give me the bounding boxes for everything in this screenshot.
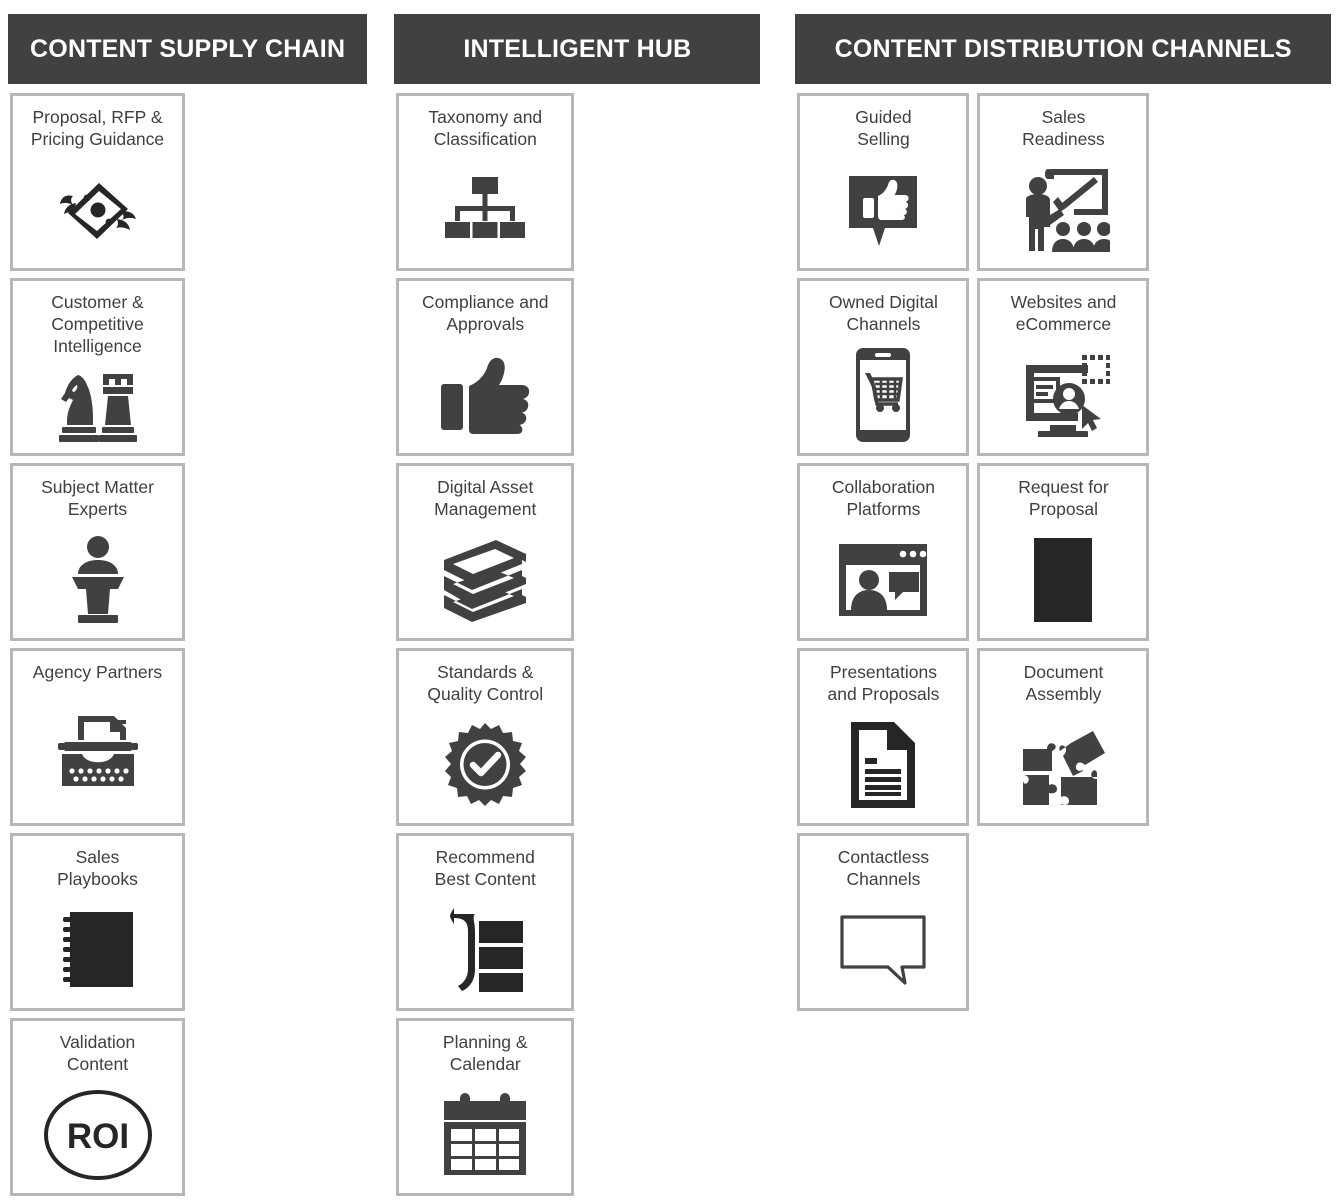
- card-collaboration-platforms[interactable]: Collaboration Platforms: [797, 463, 970, 641]
- card-label: Subject Matter Experts: [41, 477, 154, 520]
- framework-diagram: CONTENT SUPPLY CHAIN Proposal, RFP & Pri…: [0, 0, 1339, 1196]
- card-proposal-rfp-pricing-guidance[interactable]: Proposal, RFP & Pricing Guidance: [10, 93, 185, 271]
- card-grid-intelligent-hub: Taxonomy and Classification Compliance a…: [386, 93, 768, 1203]
- playbook-strategy-icon: [13, 892, 182, 1008]
- document-lines-icon: [800, 707, 966, 823]
- group-header-content-supply-chain: CONTENT SUPPLY CHAIN: [8, 14, 368, 84]
- card-label: Collaboration Platforms: [831, 477, 936, 520]
- card-agency-partners[interactable]: Agency Partners: [10, 648, 185, 826]
- group-header-content-distribution-channels: CONTENT DISTRIBUTION CHANNELS: [795, 14, 1331, 84]
- card-label: Presentations and Proposals: [827, 662, 940, 705]
- card-sales-readiness[interactable]: Sales Readiness: [977, 93, 1150, 271]
- card-document-assembly[interactable]: Document Assembly: [977, 648, 1150, 826]
- card-label: Agency Partners: [32, 662, 163, 682]
- roi-circle-icon: ROI: [13, 1077, 182, 1193]
- card-planning-calendar[interactable]: Planning & Calendar: [396, 1018, 575, 1196]
- calendar-icon: [399, 1077, 571, 1193]
- card-label: Compliance and Approvals: [422, 292, 549, 335]
- card-label: Recommend Best Content: [434, 847, 536, 890]
- card-label: Planning & Calendar: [442, 1032, 528, 1075]
- card-label: Digital Asset Management: [434, 477, 537, 520]
- book-stack-icon: [399, 522, 571, 638]
- card-grid-content-distribution-channels: Guided Selling Sales Readiness Owned Dig…: [787, 93, 1339, 1018]
- chess-pieces-icon: [13, 359, 182, 453]
- card-compliance-and-approvals[interactable]: Compliance and Approvals: [396, 278, 575, 456]
- chat-thumbs-up-icon: [800, 152, 966, 268]
- roi-label: ROI: [66, 1117, 128, 1156]
- card-subject-matter-experts[interactable]: Subject Matter Experts: [10, 463, 185, 641]
- card-websites-and-ecommerce[interactable]: Websites and eCommerce: [977, 278, 1150, 456]
- speaker-podium-icon: [13, 522, 182, 638]
- card-label: Websites and eCommerce: [1010, 292, 1117, 335]
- card-label: Owned Digital Channels: [828, 292, 938, 335]
- card-presentations-and-proposals[interactable]: Presentations and Proposals: [797, 648, 970, 826]
- group-content-supply-chain: CONTENT SUPPLY CHAIN Proposal, RFP & Pri…: [0, 0, 375, 1203]
- card-label: Proposal, RFP & Pricing Guidance: [30, 107, 165, 150]
- thumbs-up-icon: [399, 337, 571, 453]
- card-label: Customer & Competitive Intelligence: [51, 292, 144, 357]
- card-request-for-proposal[interactable]: Request for Proposal: [977, 463, 1150, 641]
- card-label: Sales Playbooks: [57, 847, 138, 890]
- checklist-clipboard-icon: [980, 522, 1146, 638]
- flying-money-icon: [13, 152, 182, 268]
- browser-chat-user-icon: [800, 522, 966, 638]
- typewriter-icon: [13, 685, 182, 823]
- card-recommend-best-content[interactable]: Recommend Best Content: [396, 833, 575, 1011]
- card-contactless-channels[interactable]: Contactless Channels: [797, 833, 970, 1011]
- card-digital-asset-management[interactable]: Digital Asset Management: [396, 463, 575, 641]
- card-label: Request for Proposal: [1018, 477, 1109, 520]
- quality-seal-check-icon: [399, 707, 571, 823]
- desktop-user-cursor-icon: [980, 337, 1146, 453]
- card-validation-content[interactable]: Validation Content ROI: [10, 1018, 185, 1196]
- card-sales-playbooks[interactable]: Sales Playbooks: [10, 833, 185, 1011]
- card-grid-content-supply-chain: Proposal, RFP & Pricing Guidance Custome…: [0, 93, 375, 1203]
- card-guided-selling[interactable]: Guided Selling: [797, 93, 970, 271]
- card-customer-competitive-intelligence[interactable]: Customer & Competitive Intelligence: [10, 278, 185, 456]
- training-presenter-icon: [980, 152, 1146, 268]
- group-intelligent-hub: INTELLIGENT HUB Taxonomy and Classificat…: [386, 0, 768, 1203]
- card-label: Taxonomy and Classification: [428, 107, 543, 150]
- card-taxonomy-and-classification[interactable]: Taxonomy and Classification: [396, 93, 575, 271]
- card-owned-digital-channels[interactable]: Owned Digital Channels: [797, 278, 970, 456]
- arrow-list-icon: [399, 892, 571, 1008]
- group-content-distribution-channels: CONTENT DISTRIBUTION CHANNELS Guided Sel…: [787, 0, 1339, 1018]
- card-label: Validation Content: [59, 1032, 136, 1075]
- card-label: Standards & Quality Control: [427, 662, 544, 705]
- puzzle-pieces-icon: [980, 707, 1146, 823]
- hierarchy-tree-icon: [399, 152, 571, 268]
- card-label: Document Assembly: [1023, 662, 1104, 705]
- group-header-intelligent-hub: INTELLIGENT HUB: [394, 14, 761, 84]
- card-label: Guided Selling: [855, 107, 912, 150]
- speech-bubble-outline-icon: [800, 892, 966, 1008]
- card-label: Sales Readiness: [1022, 107, 1105, 150]
- card-label: Contactless Channels: [837, 847, 930, 890]
- mobile-shopping-cart-icon: [800, 337, 966, 453]
- card-standards-quality-control[interactable]: Standards & Quality Control: [396, 648, 575, 826]
